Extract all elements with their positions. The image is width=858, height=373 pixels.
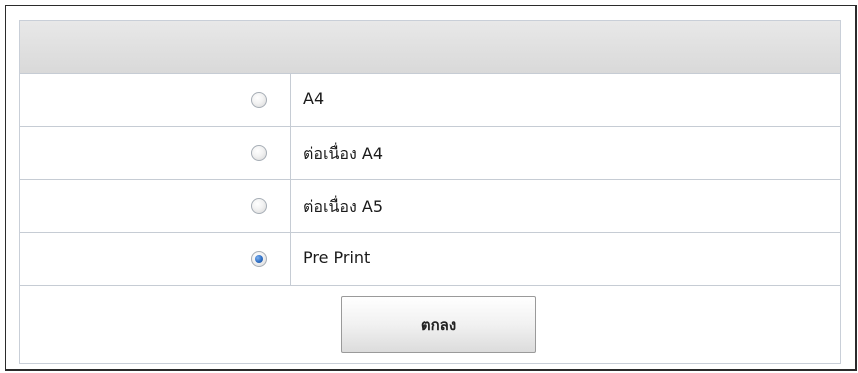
radio-continuous-a5[interactable] [251,198,267,214]
option-row-pre-print[interactable]: Pre Print [20,233,840,286]
option-label-a4: A4 [303,89,325,108]
ok-button[interactable]: ตกลง [341,296,536,353]
option-row-a4[interactable]: A4 [20,74,840,127]
radio-continuous-a4[interactable] [251,145,267,161]
option-label-continuous-a5: ต่อเนื่อง A5 [303,197,384,216]
panel-header [20,21,840,74]
radio-pre-print[interactable] [251,251,267,267]
option-row-continuous-a4[interactable]: ต่อเนื่อง A4 [20,127,840,180]
option-row-continuous-a5[interactable]: ต่อเนื่อง A5 [20,180,840,233]
option-label-continuous-a4: ต่อเนื่อง A4 [303,144,384,163]
print-format-dialog: A4 ต่อเนื่อง A4 ต่อเนื่อง A5 Pre Print ต… [5,5,857,371]
radio-a4[interactable] [251,92,267,108]
option-label-pre-print: Pre Print [303,248,371,267]
button-row: ตกลง [20,286,840,363]
print-format-panel: A4 ต่อเนื่อง A4 ต่อเนื่อง A5 Pre Print ต… [19,20,841,364]
